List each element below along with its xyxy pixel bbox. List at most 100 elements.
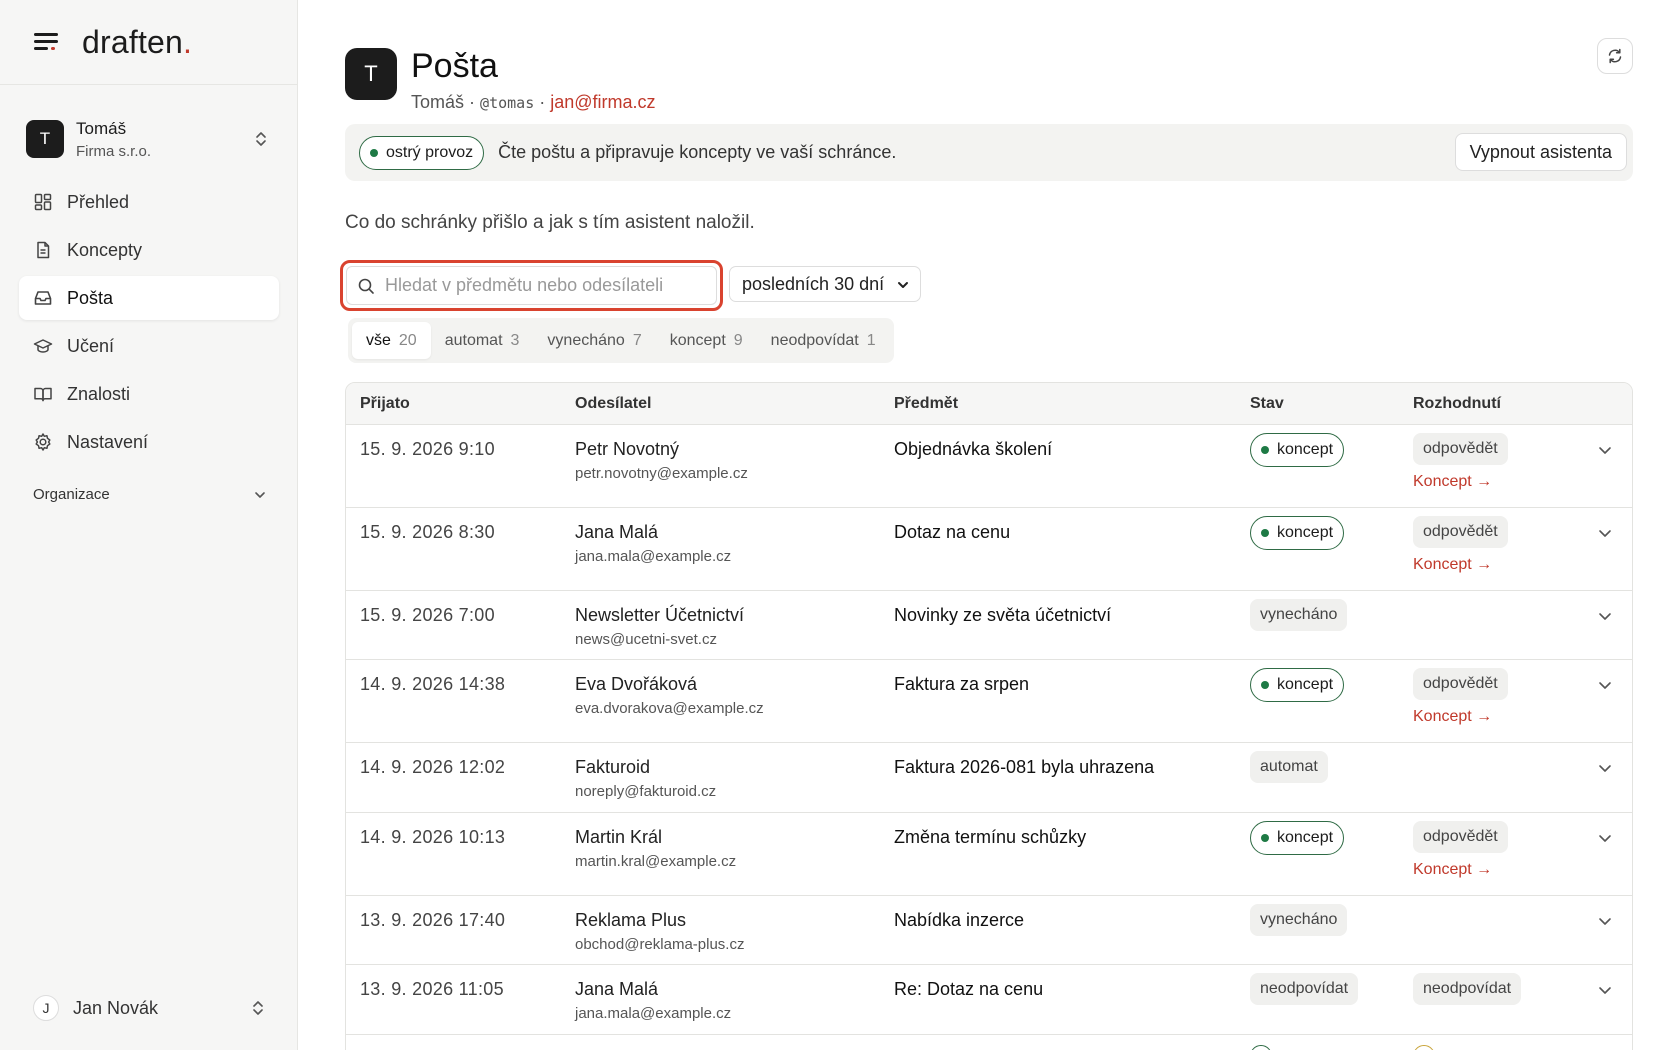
expand-row-chevron-icon[interactable]	[1596, 676, 1614, 694]
table-row[interactable]: 14. 9. 2026 12:02 Fakturoid noreply@fakt…	[346, 743, 1632, 813]
disable-assistant-button[interactable]: Vypnout asistenta	[1454, 133, 1627, 171]
table-row[interactable]: 13. 9. 2026 11:05 Jana Malá jana.mala@ex…	[346, 965, 1632, 1035]
sender-email: jana.mala@example.cz	[575, 1005, 732, 1022]
status-label: koncept	[1277, 524, 1334, 541]
account-switcher[interactable]: T Tomáš Firma s.r.o.	[26, 115, 278, 163]
sender-email: obchod@reklama-plus.cz	[575, 936, 745, 953]
sidebar-item-nastaveni[interactable]: Nastavení	[19, 420, 279, 464]
sender-email: martin.kral@example.cz	[575, 853, 737, 870]
sidebar-item-posta[interactable]: Pošta	[19, 276, 279, 320]
search-input[interactable]	[385, 275, 705, 296]
status-badge: neodpovídat	[1250, 973, 1359, 1005]
filter-tab-automat[interactable]: automat 3	[431, 322, 534, 359]
column-header-received[interactable]: Přijato	[360, 395, 410, 413]
open-draft-link[interactable]: Koncept →	[1413, 861, 1492, 879]
filter-tab-vse[interactable]: vše 20	[352, 322, 431, 359]
received-date: 15. 9. 2026 7:00	[360, 605, 495, 625]
document-icon	[33, 240, 53, 260]
filter-count: 3	[510, 331, 520, 349]
refresh-button[interactable]	[1597, 38, 1633, 74]
open-draft-link[interactable]: Koncept →	[1413, 556, 1492, 574]
page-description: Co do schránky přišlo a jak s tím asiste…	[345, 212, 755, 233]
filter-tab-neodpovidat[interactable]: neodpovídat 1	[757, 322, 890, 359]
account-avatar: T	[26, 120, 64, 158]
sidebar-item-label: Pošta	[67, 287, 114, 308]
received-date: 14. 9. 2026 14:38	[360, 674, 506, 694]
logo[interactable]: draften.	[82, 24, 192, 61]
column-header-decision[interactable]: Rozhodnutí	[1413, 395, 1501, 413]
sidebar-item-uceni[interactable]: Učení	[19, 324, 279, 368]
status-dot	[370, 148, 378, 157]
expand-row-chevron-icon[interactable]	[1596, 759, 1614, 777]
search-field	[340, 260, 723, 311]
separator: ·	[539, 92, 546, 112]
column-header-subject[interactable]: Předmět	[894, 395, 958, 413]
expand-row-chevron-icon[interactable]	[1596, 981, 1614, 999]
filter-label: vynecháno	[547, 331, 625, 349]
status-badge: koncept	[1250, 668, 1345, 702]
table-row[interactable]: 15. 9. 2026 9:10 Petr Novotný petr.novot…	[346, 425, 1632, 508]
filter-label: automat	[444, 331, 503, 349]
status-badge: vynecháno	[1250, 599, 1348, 631]
refresh-icon	[1608, 48, 1622, 64]
received-date: 13. 9. 2026 11:05	[360, 979, 504, 999]
assistant-description: Čte poštu a připravuje koncepty ve vaší …	[498, 142, 897, 162]
table-row[interactable]: 13. 9. 2026 17:40 Reklama Plus obchod@re…	[346, 896, 1632, 965]
decision-badge: odpovědět	[1413, 821, 1508, 853]
table-row[interactable]: 14. 9. 2026 10:13 Martin Král martin.kra…	[346, 813, 1632, 896]
search-icon	[358, 278, 374, 294]
expand-row-chevron-icon[interactable]	[1596, 441, 1614, 459]
expand-row-chevron-icon[interactable]	[1596, 829, 1614, 847]
open-draft-link[interactable]: Koncept →	[1413, 473, 1492, 491]
subject: Faktura za srpen	[894, 674, 1030, 694]
filter-count: 9	[733, 331, 743, 349]
table-row-partial[interactable]	[346, 1035, 1632, 1050]
table-row[interactable]: 14. 9. 2026 14:38 Eva Dvořáková eva.dvor…	[346, 660, 1632, 743]
status-badge: koncept	[1250, 433, 1345, 467]
open-draft-link[interactable]: Koncept →	[1413, 708, 1492, 726]
status-badge: vynecháno	[1250, 904, 1348, 936]
sidebar-item-label: Znalosti	[67, 383, 131, 404]
owner-email[interactable]: jan@firma.cz	[550, 92, 655, 112]
sidebar-item-label: Přehled	[67, 191, 130, 212]
organization-section[interactable]: Organizace	[33, 486, 267, 503]
dashboard-icon	[33, 192, 53, 212]
sidebar: draften. T Tomáš Firma s.r.o. Přehled Ko…	[0, 0, 298, 1050]
status-badge: automat	[1250, 751, 1328, 783]
sidebar-nav: Přehled Koncepty Pošta Učení Znalosti Na…	[19, 180, 279, 468]
subject: Re: Dotaz na cenu	[894, 979, 1044, 999]
sidebar-item-znalosti[interactable]: Znalosti	[19, 372, 279, 416]
filter-tab-vynechano[interactable]: vynecháno 7	[533, 322, 655, 359]
column-header-sender[interactable]: Odesílatel	[575, 395, 651, 413]
column-header-status[interactable]: Stav	[1250, 395, 1284, 413]
expand-row-chevron-icon[interactable]	[1596, 607, 1614, 625]
brand-bar: draften.	[0, 0, 297, 85]
decision-badge: neodpovídat	[1413, 973, 1522, 1005]
live-status-badge: ostrý provoz	[359, 135, 485, 170]
sidebar-item-prehled[interactable]: Přehled	[19, 180, 279, 224]
filter-label: koncept	[669, 331, 726, 349]
user-menu[interactable]: J Jan Novák	[33, 992, 267, 1024]
owner-name: Tomáš	[411, 92, 465, 112]
chevron-up-down-icon	[252, 130, 270, 148]
sender-email: petr.novotny@example.cz	[575, 465, 748, 482]
main-content: T Pošta Tomáš · @tomas · jan@firma.cz os…	[340, 0, 1635, 1050]
status-dot	[1261, 681, 1269, 689]
status-dot	[1261, 529, 1269, 537]
chevron-down-icon	[253, 488, 267, 502]
sidebar-item-koncepty[interactable]: Koncepty	[19, 228, 279, 272]
status-badge: koncept	[1250, 516, 1345, 550]
table-row[interactable]: 15. 9. 2026 7:00 Newsletter Účetnictví n…	[346, 591, 1632, 660]
filter-count: 1	[866, 331, 876, 349]
menu-icon[interactable]	[32, 28, 60, 56]
period-select[interactable]: posledních 30 dní	[729, 266, 921, 302]
sender-name: Jana Malá	[575, 979, 659, 999]
table-row[interactable]: 15. 9. 2026 8:30 Jana Malá jana.mala@exa…	[346, 508, 1632, 591]
expand-row-chevron-icon[interactable]	[1596, 912, 1614, 930]
gear-icon	[33, 432, 53, 452]
expand-row-chevron-icon[interactable]	[1596, 524, 1614, 542]
filter-tab-koncept[interactable]: koncept 9	[656, 322, 757, 359]
graduation-cap-icon	[33, 336, 53, 356]
account-company: Firma s.r.o.	[76, 142, 152, 160]
decision-badge: odpovědět	[1413, 668, 1508, 700]
